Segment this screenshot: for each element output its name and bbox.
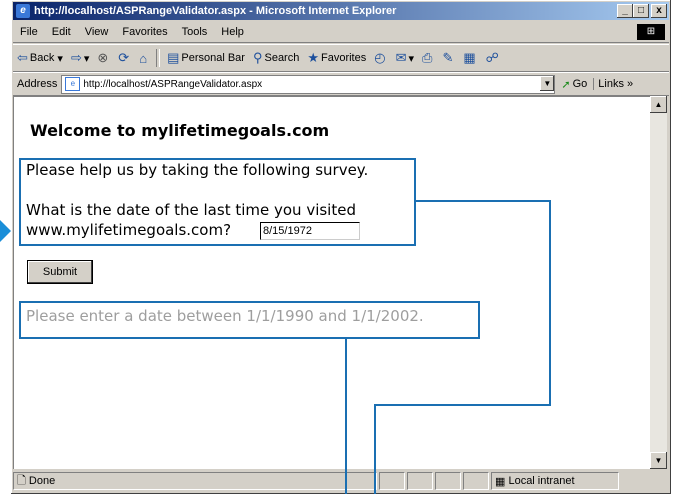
menu-edit[interactable]: Edit (45, 26, 78, 38)
address-label: Address (17, 78, 58, 90)
print-icon: ⎙ (422, 50, 433, 65)
edit-icon: ✎ (442, 50, 454, 65)
status-pane (379, 472, 405, 490)
scroll-down-icon[interactable]: ▼ (650, 452, 667, 469)
maximize-button[interactable]: □ (633, 4, 649, 18)
scroll-up-icon[interactable]: ▲ (650, 96, 667, 113)
intranet-icon: ▦ (495, 475, 509, 488)
personal-bar-icon: ▤ (167, 50, 180, 65)
stop-icon: ⊗ (97, 50, 109, 65)
minimize-button[interactable]: _ (617, 4, 633, 18)
vertical-scrollbar[interactable]: ▲ ▼ (650, 96, 667, 469)
callout-line (374, 404, 376, 494)
mail-button[interactable]: ✉ ▾ (392, 50, 418, 66)
address-input[interactable]: e http://localhost/ASPRangeValidator.asp… (61, 74, 556, 94)
stop-button[interactable]: ⊗ (93, 50, 114, 66)
status-page-icon: 🗋 (17, 474, 29, 487)
forward-arrow-icon: ⇨ (70, 50, 82, 65)
validator-callout-box (19, 301, 480, 339)
forward-button[interactable]: ⇨ ▾ (67, 50, 93, 66)
refresh-icon: ⟳ (118, 50, 130, 65)
discuss-icon: ▦ (463, 50, 476, 65)
menu-file[interactable]: File (13, 26, 45, 38)
status-pane (407, 472, 433, 490)
history-icon: ◴ (374, 50, 386, 65)
window-title: http://localhost/ASPRangeValidator.aspx … (34, 5, 397, 17)
back-arrow-icon: ⇦ (17, 50, 28, 65)
menu-bar: File Edit View Favorites Tools Help ⊞ (13, 22, 669, 43)
messenger-icon: ☍ (485, 50, 499, 65)
discuss-button[interactable]: ▦ (459, 50, 481, 66)
go-button[interactable]: ➚ Go (555, 78, 593, 91)
menu-favorites[interactable]: Favorites (115, 26, 174, 38)
toolbar-separator (156, 49, 161, 67)
callout-line (414, 200, 551, 202)
favorites-button[interactable]: ★ Favorites (303, 50, 370, 66)
status-pane (435, 472, 461, 490)
toolbar: ⇦ Back ▾ ⇨ ▾ ⊗ ⟳ ⌂ ▤ Personal Bar ⚲ Search ★… (13, 44, 669, 72)
address-dropdown-icon[interactable]: ▼ (540, 75, 555, 91)
menu-view[interactable]: View (78, 26, 116, 38)
search-button[interactable]: ⚲ Search (249, 50, 303, 66)
submit-button[interactable]: Submit (28, 261, 92, 283)
address-bar: Address e http://localhost/ASPRangeValid… (13, 72, 669, 96)
title-bar: e http://localhost/ASPRangeValidator.asp… (13, 2, 669, 20)
page-icon: e (65, 77, 81, 91)
back-button[interactable]: ⇦ Back ▾ (13, 50, 67, 66)
messenger-button[interactable]: ☍ (482, 50, 505, 66)
personal-bar-button[interactable]: ▤ Personal Bar (163, 50, 249, 66)
windows-logo-icon: ⊞ (637, 24, 665, 40)
ie-icon: e (16, 4, 30, 18)
page-heading: Welcome to mylifetimegoals.com (30, 121, 330, 140)
favorites-icon: ★ (307, 50, 319, 65)
search-icon: ⚲ (252, 50, 263, 65)
page-content: Welcome to mylifetimegoals.com Please he… (13, 96, 651, 469)
callout-line (549, 200, 551, 406)
menu-help[interactable]: Help (214, 26, 251, 38)
history-button[interactable]: ◴ (370, 50, 391, 66)
links-button[interactable]: Links » (593, 78, 637, 90)
close-button[interactable]: x (651, 4, 667, 18)
survey-callout-box (19, 158, 416, 246)
go-arrow-icon: ➚ (561, 78, 571, 91)
home-button[interactable]: ⌂ (135, 51, 153, 66)
callout-line (374, 404, 551, 406)
address-url: http://localhost/ASPRangeValidator.aspx (83, 78, 263, 90)
status-text: 🗋 Done (13, 472, 377, 490)
home-icon: ⌂ (139, 50, 148, 66)
callout-pointer-icon (0, 220, 11, 242)
edit-button[interactable]: ✎ (438, 50, 459, 66)
status-bar: 🗋 Done ▦ Local intranet (13, 470, 669, 492)
menu-tools[interactable]: Tools (175, 26, 215, 38)
mail-icon: ✉ (395, 50, 407, 65)
refresh-button[interactable]: ⟳ (114, 50, 135, 66)
status-pane (463, 472, 489, 490)
status-zone: ▦ Local intranet (491, 472, 619, 490)
print-button[interactable]: ⎙ (418, 50, 438, 66)
browser-window: e http://localhost/ASPRangeValidator.asp… (11, 0, 671, 494)
callout-line (345, 337, 347, 494)
